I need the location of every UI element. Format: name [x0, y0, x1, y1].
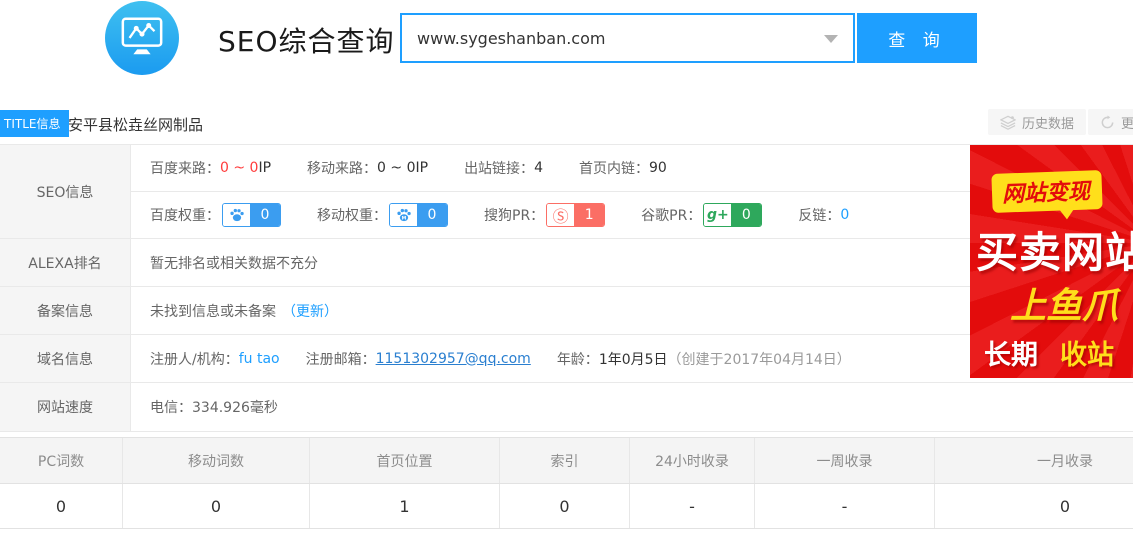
history-data-label: 历史数据	[1022, 113, 1074, 132]
backlinks-label: 反链：	[798, 205, 840, 225]
mobile-traffic-value: 0 ~ 0	[377, 160, 415, 176]
baidu-weight-value: 0	[250, 204, 280, 226]
layers-icon	[1000, 115, 1016, 130]
seo-query-page: SEO综合查询 查 询 TITLE信息 安平县松垚丝网制品 历史数据 更新 SE…	[0, 0, 1133, 535]
ad-banner[interactable]: 网站变现 买卖网站 上鱼爪 长期收站	[970, 145, 1133, 378]
mobile-traffic-unit: IP	[415, 160, 428, 176]
registrant-link[interactable]: fu tao	[239, 351, 280, 367]
title-info-tag: TITLE信息	[0, 110, 69, 137]
age-note: （创建于2017年04月14日）	[668, 349, 851, 369]
ad-footline-left: 长期	[984, 340, 1038, 371]
chevron-down-icon[interactable]	[824, 35, 838, 43]
baidu-traffic-unit: IP	[258, 160, 271, 176]
stats-header-row: PC词数 移动词数 首页位置 索引 24小时收录 一周收录 一月收录	[0, 438, 1133, 484]
search-bar: 查 询	[400, 13, 977, 63]
col-value: 0	[0, 484, 123, 528]
email-link[interactable]: 1151302957@qq.com	[376, 351, 531, 367]
col-header: 索引	[500, 438, 630, 483]
homepage-inlinks-value: 90	[649, 160, 667, 176]
google-plus-icon: g+	[704, 204, 731, 226]
google-pr-label: 谷歌PR：	[641, 205, 701, 225]
col-header: 一周收录	[755, 438, 935, 483]
history-data-button[interactable]: 历史数据	[988, 109, 1086, 135]
row-icp: 备案信息 未找到信息或未备案 （更新）	[0, 287, 1133, 335]
ad-bubble-text: 网站变现	[991, 170, 1102, 213]
age-label: 年龄：	[557, 349, 599, 369]
col-header: PC词数	[0, 438, 123, 483]
ad-subline: 上鱼爪	[1010, 277, 1118, 329]
ad-banner-background: 网站变现 买卖网站 上鱼爪 长期收站	[970, 145, 1133, 378]
mobile-weight-badge[interactable]: M 0	[389, 203, 448, 227]
col-value: -	[755, 484, 935, 528]
col-header: 24小时收录	[630, 438, 755, 483]
mobile-weight-label: 移动权重：	[317, 205, 387, 225]
outlinks-value: 4	[534, 160, 543, 176]
speed-value: 电信：334.926毫秒	[131, 383, 1133, 431]
row-label: 网站速度	[0, 383, 131, 431]
mobile-weight-value: 0	[417, 204, 447, 226]
update-button-label: 更新	[1121, 113, 1133, 132]
col-header: 移动词数	[123, 438, 310, 483]
baidu-traffic-value: 0 ~ 0	[220, 160, 258, 176]
age-value: 1年0月5日	[599, 349, 668, 369]
svg-text:M: M	[401, 216, 406, 222]
row-speed: 网站速度 电信：334.926毫秒	[0, 383, 1133, 432]
monitor-chart-icon	[119, 14, 165, 62]
baidu-mobile-paw-icon: M	[390, 204, 417, 226]
icp-update-link[interactable]: （更新）	[282, 301, 338, 321]
page-title: SEO综合查询	[218, 20, 395, 60]
col-value: 0	[500, 484, 630, 528]
col-value: 0	[935, 484, 1133, 528]
baidu-traffic-label: 百度来路：	[150, 158, 220, 178]
row-domain: 域名信息 注册人/机构： fu tao 注册邮箱： 1151302957@qq.…	[0, 335, 1133, 383]
ad-headline: 买卖网站	[976, 219, 1133, 280]
sogou-pr-label: 搜狗PR：	[484, 205, 544, 225]
google-pr-badge[interactable]: g+ 0	[703, 203, 762, 227]
sogou-pr-badge[interactable]: Ⓢ 1	[546, 203, 605, 227]
refresh-icon	[1100, 115, 1115, 130]
sogou-pr-value: 1	[574, 204, 604, 226]
homepage-inlinks-label: 首页内链：	[579, 158, 649, 178]
row-label: SEO信息	[0, 145, 131, 238]
col-header: 首页位置	[310, 438, 500, 483]
google-pr-value: 0	[731, 204, 761, 226]
mobile-traffic-label: 移动来路：	[307, 158, 377, 178]
backlinks-value: 0	[840, 207, 849, 223]
update-button[interactable]: 更新	[1088, 109, 1133, 135]
sogou-icon: Ⓢ	[547, 204, 574, 226]
baidu-weight-badge[interactable]: 0	[222, 203, 281, 227]
row-label: ALEXA排名	[0, 239, 131, 286]
outlinks-label: 出站链接：	[464, 158, 534, 178]
row-alexa: ALEXA排名 暂无排名或相关数据不充分	[0, 239, 1133, 287]
row-label: 备案信息	[0, 287, 131, 334]
col-value: 0	[123, 484, 310, 528]
col-header: 一月收录	[935, 438, 1133, 483]
icp-value: 未找到信息或未备案	[150, 301, 276, 321]
query-button[interactable]: 查 询	[857, 13, 977, 63]
seo-info-table: SEO信息 百度来路：0 ~ 0 IP 移动来路：0 ~ 0 IP 出站链接：4…	[0, 144, 1133, 432]
col-value: 1	[310, 484, 500, 528]
stats-value-row: 0 0 1 0 - - 0	[0, 484, 1133, 528]
ad-footline: 长期收站	[984, 333, 1114, 372]
ad-footline-right: 收站	[1060, 340, 1114, 371]
baidu-weight-label: 百度权重：	[150, 205, 220, 225]
row-label: 域名信息	[0, 335, 131, 382]
email-label: 注册邮箱：	[306, 349, 376, 369]
site-logo	[105, 1, 179, 75]
row-seo-info: SEO信息 百度来路：0 ~ 0 IP 移动来路：0 ~ 0 IP 出站链接：4…	[0, 145, 1133, 239]
site-title-text: 安平县松垚丝网制品	[68, 114, 203, 135]
registrant-label: 注册人/机构：	[150, 349, 239, 369]
baidu-paw-icon	[223, 204, 250, 226]
url-search-input[interactable]	[400, 13, 855, 63]
keyword-stats-table: PC词数 移动词数 首页位置 索引 24小时收录 一周收录 一月收录 0 0 1…	[0, 437, 1133, 529]
col-value: -	[630, 484, 755, 528]
